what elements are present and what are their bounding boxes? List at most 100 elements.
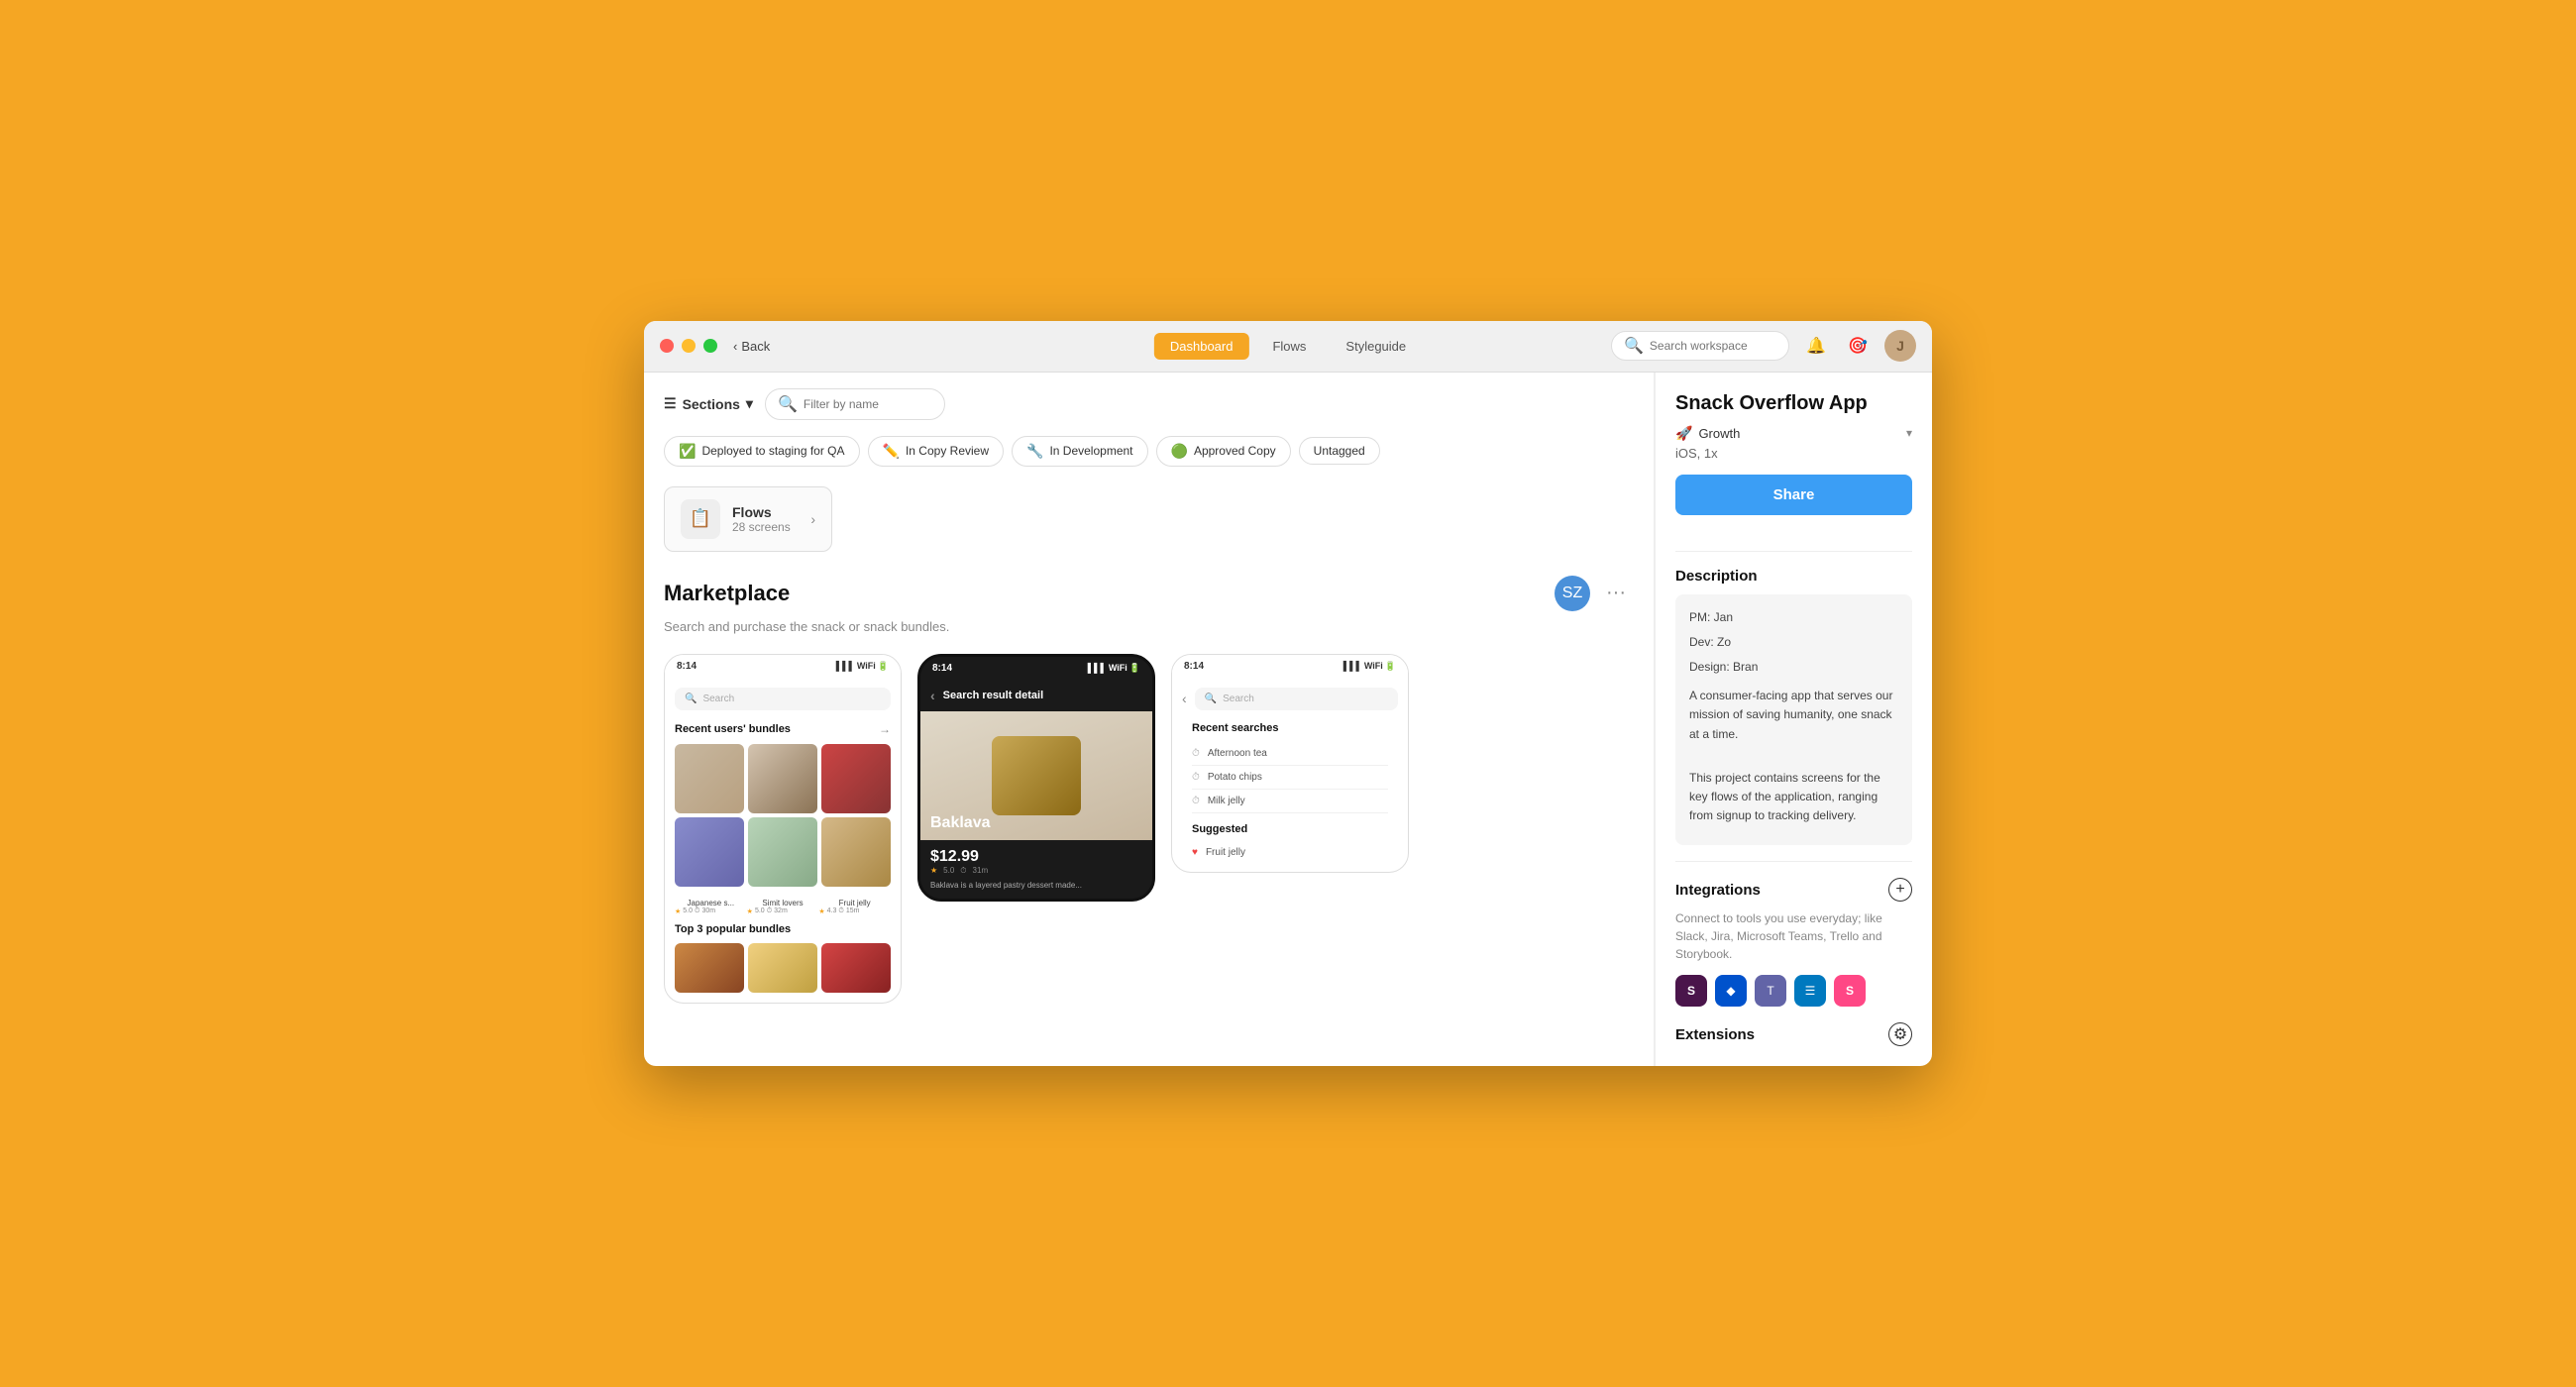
bundle-item-4 <box>675 817 744 887</box>
tags-row: ✅ Deployed to staging for QA ✏️ In Copy … <box>664 436 1634 467</box>
tag-approved-copy[interactable]: 🟢 Approved Copy <box>1156 436 1291 467</box>
sections-button[interactable]: ☰ Sections ▾ <box>664 395 753 412</box>
project-tag-label: Growth <box>1698 426 1740 441</box>
phone-3-status: 8:14 ▌▌▌WiFi🔋 <box>1172 655 1408 678</box>
share-button[interactable]: Share <box>1675 475 1912 515</box>
section-title: Marketplace <box>664 581 790 606</box>
tag-in-development-label: In Development <box>1049 444 1132 458</box>
close-button[interactable] <box>660 339 674 353</box>
flows-card[interactable]: 📋 Flows 28 screens › <box>664 486 832 552</box>
bundle-rating-3-val: 4.3 <box>827 907 837 914</box>
phone-1-popular-label: Top 3 popular bundles <box>675 923 891 935</box>
phone-2-time-label: 31m <box>973 866 989 875</box>
phone-1-section-label: Recent users' bundles → <box>675 722 891 736</box>
left-panel: ☰ Sections ▾ 🔍 ✅ Deployed to staging for… <box>644 373 1655 1067</box>
bundle-img-6 <box>821 817 891 887</box>
tab-flows[interactable]: Flows <box>1256 333 1322 360</box>
minimize-button[interactable] <box>682 339 696 353</box>
add-integration-button[interactable]: + <box>1888 878 1912 902</box>
bundle-item-1 <box>675 744 744 813</box>
integrations-header: Integrations + <box>1675 878 1912 902</box>
description-text-2: This project contains screens for the ke… <box>1689 769 1898 826</box>
popular-bundles-row <box>675 943 891 993</box>
user-avatar[interactable]: J <box>1884 330 1916 362</box>
dev-info: Dev: Zo <box>1689 633 1898 652</box>
phone-1-content: 🔍 Search Recent users' bundles → <box>665 678 901 1003</box>
tab-styleguide[interactable]: Styleguide <box>1330 333 1422 360</box>
phone-3-status-icons: ▌▌▌WiFi🔋 <box>1343 661 1396 672</box>
phone-1-status: 8:14 ▌▌▌WiFi🔋 <box>665 655 901 678</box>
phone-3-search[interactable]: 🔍 Search <box>1195 688 1398 710</box>
phone-2-navbar: ‹ Search result detail <box>920 680 1152 711</box>
tag-copy-review[interactable]: ✏️ In Copy Review <box>868 436 1004 467</box>
more-options-button[interactable]: ··· <box>1598 576 1634 611</box>
phone-2-description: Baklava is a layered pastry dessert made… <box>930 880 1142 891</box>
phone-1-search-icon: 🔍 <box>685 694 697 704</box>
phone-1: 8:14 ▌▌▌WiFi🔋 🔍 Search Recent use <box>664 654 902 1004</box>
help-button[interactable]: 🎯 <box>1843 331 1873 361</box>
window-controls <box>660 339 717 353</box>
phone-1-wrapper: 8:14 ▌▌▌WiFi🔋 🔍 Search Recent use <box>664 654 902 1004</box>
section-description: Search and purchase the snack or snack b… <box>664 619 1634 634</box>
phone-2-status-icons: ▌▌▌WiFi🔋 <box>1088 663 1140 674</box>
extensions-settings-icon[interactable]: ⚙ <box>1888 1022 1912 1046</box>
phone-1-search[interactable]: 🔍 Search <box>675 688 891 710</box>
search-icon: 🔍 <box>1624 336 1644 356</box>
storybook-integration[interactable]: S <box>1834 975 1866 1007</box>
bundle-rating-1: ★ 5.0 ⏱ 30m <box>675 907 747 915</box>
tag-untagged[interactable]: Untagged <box>1299 437 1380 465</box>
project-tag[interactable]: 🚀 Growth <box>1675 425 1740 442</box>
back-button[interactable]: ‹ Back <box>733 339 770 354</box>
popular-1 <box>675 943 744 993</box>
suggestion-text-2: Potato chips <box>1208 772 1262 783</box>
phone-3-suggestions: Recent searches ⏱ Afternoon tea ⏱ Potato… <box>1182 722 1398 862</box>
tag-deployed-label: Deployed to staging for QA <box>701 444 844 458</box>
bundle-label-1: Japanese s... <box>675 899 747 907</box>
section-avatar-btn[interactable]: SZ <box>1555 576 1590 611</box>
popular-3 <box>821 943 891 993</box>
bundle-item-5 <box>748 817 817 887</box>
workspace-search[interactable]: 🔍 <box>1611 331 1789 361</box>
teams-integration[interactable]: T <box>1755 975 1786 1007</box>
phone-2-product-name: Baklava <box>930 814 991 832</box>
slack-integration[interactable]: S <box>1675 975 1707 1007</box>
nav-tabs: Dashboard Flows Styleguide <box>1154 333 1422 360</box>
sections-label: Sections <box>683 396 740 412</box>
tag-deployed[interactable]: ✅ Deployed to staging for QA <box>664 436 860 467</box>
bundle-item-2 <box>748 744 817 813</box>
tag-in-development[interactable]: 🔧 In Development <box>1012 436 1147 467</box>
tag-approved-label: Approved Copy <box>1194 444 1276 458</box>
bundle-rating-1-val: 5.0 <box>683 907 693 914</box>
phone-3-recent-header: Recent searches <box>1192 722 1388 734</box>
titlebar-right: 🔍 🔔 🎯 J <box>1611 330 1916 362</box>
flows-card-text: Flows 28 screens <box>732 504 791 534</box>
integrations-label: Integrations <box>1675 882 1761 899</box>
toolbar: ☰ Sections ▾ 🔍 <box>664 388 1634 420</box>
bundle-img-3 <box>821 744 891 813</box>
bundle-img-2 <box>748 744 817 813</box>
jira-integration[interactable]: ◆ <box>1715 975 1747 1007</box>
search-input[interactable] <box>1650 339 1776 353</box>
phone-3-suggested-header: Suggested <box>1192 823 1388 835</box>
phone-1-popular-text: Top 3 popular bundles <box>675 923 791 935</box>
phone-3-wrapper: 8:14 ▌▌▌WiFi🔋 ‹ 🔍 Search <box>1171 654 1409 1004</box>
filter-input-wrapper[interactable]: 🔍 <box>765 388 945 420</box>
screens-row: 8:14 ▌▌▌WiFi🔋 🔍 Search Recent use <box>664 654 1634 1012</box>
suggestion-item-2: ⏱ Potato chips <box>1192 766 1388 790</box>
trello-integration[interactable]: ☰ <box>1794 975 1826 1007</box>
tab-dashboard[interactable]: Dashboard <box>1154 333 1249 360</box>
tag-copy-review-label: In Copy Review <box>906 444 989 458</box>
filter-input[interactable] <box>804 397 932 411</box>
phone-1-status-icons: ▌▌▌WiFi🔋 <box>836 661 889 672</box>
divider-1 <box>1675 551 1912 552</box>
phone-3: 8:14 ▌▌▌WiFi🔋 ‹ 🔍 Search <box>1171 654 1409 873</box>
bundle-label-2: Simit lovers <box>747 899 819 907</box>
notification-button[interactable]: 🔔 <box>1801 331 1831 361</box>
filter-search-icon: 🔍 <box>778 394 798 414</box>
flows-card-icon: 📋 <box>681 499 720 539</box>
baklava-image <box>992 736 1081 815</box>
maximize-button[interactable] <box>703 339 717 353</box>
in-development-icon: 🔧 <box>1026 443 1043 460</box>
flows-title: Flows <box>732 504 791 520</box>
phone-2-title: Search result detail <box>943 690 1044 701</box>
